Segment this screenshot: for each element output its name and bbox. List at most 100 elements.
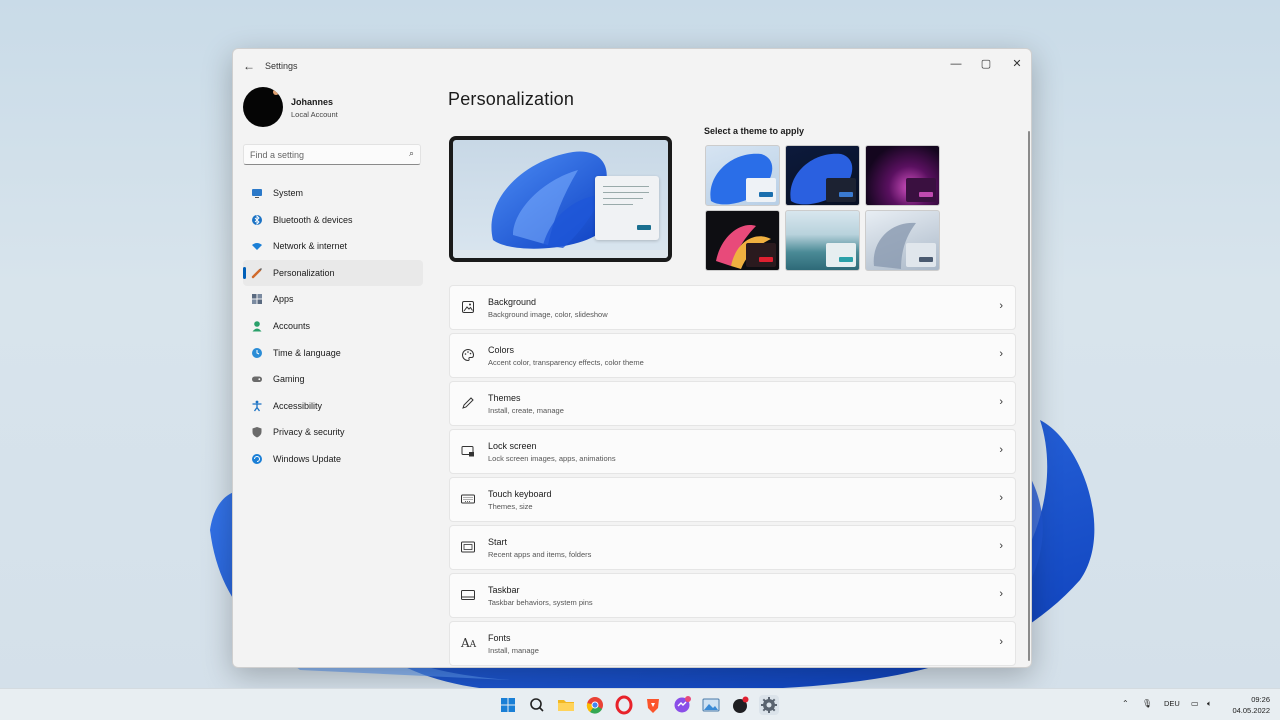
sidebar-item-bluetooth[interactable]: Bluetooth & devices — [243, 207, 423, 234]
card-background[interactable]: Background Background image, color, slid… — [449, 285, 1016, 330]
windows-start-icon[interactable] — [498, 695, 518, 715]
chevron-right-icon: › — [999, 444, 1003, 456]
globe-clock-icon — [251, 347, 263, 359]
theme-thumbnail-light[interactable] — [705, 145, 780, 206]
fonts-icon: AA — [461, 636, 477, 650]
microphone-icon[interactable]: 🎙︎ — [1142, 699, 1152, 708]
volume-icon[interactable]: 🔈︎ — [1207, 699, 1212, 709]
sidebar-item-label: Windows Update — [273, 453, 342, 464]
chevron-right-icon: › — [999, 348, 1003, 360]
app-icon-dark[interactable] — [730, 695, 750, 715]
card-subtitle: Lock screen images, apps, animations — [488, 454, 616, 463]
card-lock-screen[interactable]: Lock screen Lock screen images, apps, an… — [449, 429, 1016, 474]
sidebar-item-label: Network & internet — [273, 241, 348, 252]
sidebar-item-label: Accounts — [273, 320, 311, 331]
search-box[interactable]: ⌕ — [243, 144, 421, 165]
settings-window: ← Settings — ▢ ✕ Johannes Local Account … — [232, 48, 1032, 668]
sidebar-item-windows-update[interactable]: Windows Update — [243, 446, 423, 473]
sidebar-item-accounts[interactable]: Accounts — [243, 313, 423, 340]
file-explorer-icon[interactable] — [556, 695, 576, 715]
theme-thumbnail-sunrise[interactable] — [865, 210, 940, 271]
card-title: Touch keyboard — [488, 489, 552, 499]
pen-icon — [461, 396, 475, 410]
theme-thumbnail-flow[interactable] — [785, 210, 860, 271]
card-touch-keyboard[interactable]: Touch keyboard Themes, size › — [449, 477, 1016, 522]
chevron-right-icon: › — [999, 300, 1003, 312]
card-title: Colors — [488, 345, 515, 355]
sidebar-item-gaming[interactable]: Gaming — [243, 366, 423, 393]
chevron-right-icon: › — [999, 396, 1003, 408]
chevron-up-icon[interactable]: ⌃ — [1122, 699, 1129, 708]
sidebar-nav: System Bluetooth & devices Network & int… — [243, 180, 423, 473]
sidebar-item-apps[interactable]: Apps — [243, 286, 423, 313]
card-title: Fonts — [488, 633, 511, 643]
taskbar-icon — [461, 588, 475, 602]
sidebar-item-accessibility[interactable]: Accessibility — [243, 393, 423, 420]
sidebar-item-label: Time & language — [273, 347, 341, 358]
sidebar-item-label: Apps — [273, 294, 294, 305]
brush-icon — [251, 267, 263, 279]
image-icon — [461, 300, 475, 314]
gamepad-icon — [251, 373, 263, 385]
search-icon[interactable]: ⌕ — [409, 148, 414, 159]
minimize-button[interactable]: — — [941, 53, 971, 75]
lock-screen-icon — [461, 444, 475, 458]
photos-icon[interactable] — [701, 695, 721, 715]
opera-icon[interactable] — [614, 695, 634, 715]
sidebar-item-label: Bluetooth & devices — [273, 214, 353, 225]
maximize-button[interactable]: ▢ — [971, 53, 1001, 75]
clock-date: 04.05.2022 — [1232, 706, 1270, 715]
sidebar-item-time-language[interactable]: Time & language — [243, 340, 423, 367]
search-icon[interactable] — [527, 695, 547, 715]
theme-thumbnail-dark[interactable] — [785, 145, 860, 206]
card-colors[interactable]: Colors Accent color, transparency effect… — [449, 333, 1016, 378]
search-input[interactable] — [250, 148, 400, 162]
card-start[interactable]: Start Recent apps and items, folders › — [449, 525, 1016, 570]
card-taskbar[interactable]: Taskbar Taskbar behaviors, system pins › — [449, 573, 1016, 618]
settings-list: Background Background image, color, slid… — [449, 285, 1016, 667]
card-title: Background — [488, 297, 537, 307]
chevron-right-icon: › — [999, 636, 1003, 648]
sidebar-item-personalization[interactable]: Personalization — [243, 259, 423, 287]
display-icon[interactable]: ▭ — [1191, 699, 1199, 708]
card-subtitle: Install, manage — [488, 646, 539, 655]
sidebar-item-network[interactable]: Network & internet — [243, 233, 423, 260]
sidebar-item-label: Personalization — [273, 267, 335, 278]
sidebar-item-label: Gaming — [273, 374, 305, 385]
card-themes[interactable]: Themes Install, create, manage › — [449, 381, 1016, 426]
back-arrow-icon[interactable]: ← — [241, 58, 257, 74]
theme-thumbnail-glow[interactable] — [865, 145, 940, 206]
sidebar-item-label: Privacy & security — [273, 427, 345, 438]
card-fonts[interactable]: AA Fonts Install, manage › — [449, 621, 1016, 666]
card-title: Themes — [488, 393, 521, 403]
card-title: Lock screen — [488, 441, 537, 451]
theme-preview-screen — [453, 140, 668, 258]
chrome-icon[interactable] — [585, 695, 605, 715]
apps-icon — [251, 293, 263, 305]
clock[interactable]: 09:26 04.05.2022 — [1226, 694, 1270, 716]
shield-icon — [251, 426, 263, 438]
wifi-icon — [251, 240, 263, 252]
scrollbar[interactable] — [1028, 131, 1030, 661]
profile-name: Johannes — [291, 97, 334, 107]
profile-header[interactable]: Johannes Local Account — [243, 87, 423, 131]
messenger-icon[interactable] — [672, 695, 692, 715]
bluetooth-icon — [251, 214, 263, 226]
sidebar-item-privacy[interactable]: Privacy & security — [243, 419, 423, 446]
title-bar: ← Settings — ▢ ✕ — [233, 49, 1031, 83]
accessibility-icon — [251, 400, 263, 412]
theme-thumbnail-captured-motion[interactable] — [705, 210, 780, 271]
language-indicator[interactable]: DEU — [1164, 699, 1180, 708]
card-subtitle: Install, create, manage — [488, 406, 564, 415]
sidebar-item-system[interactable]: System — [243, 180, 423, 207]
start-icon — [461, 540, 475, 554]
close-button[interactable]: ✕ — [1002, 53, 1031, 75]
taskbar: ⌃ 🎙︎ DEU ▭ 🔈︎ 09:26 04.05.2022 — [0, 688, 1280, 720]
settings-gear-icon[interactable] — [759, 695, 779, 715]
keyboard-icon — [461, 492, 475, 506]
page-title: Personalization — [448, 89, 575, 109]
brave-icon[interactable] — [643, 695, 663, 715]
person-icon — [251, 320, 263, 332]
card-title: Taskbar — [488, 585, 520, 595]
theme-preview — [449, 136, 672, 262]
